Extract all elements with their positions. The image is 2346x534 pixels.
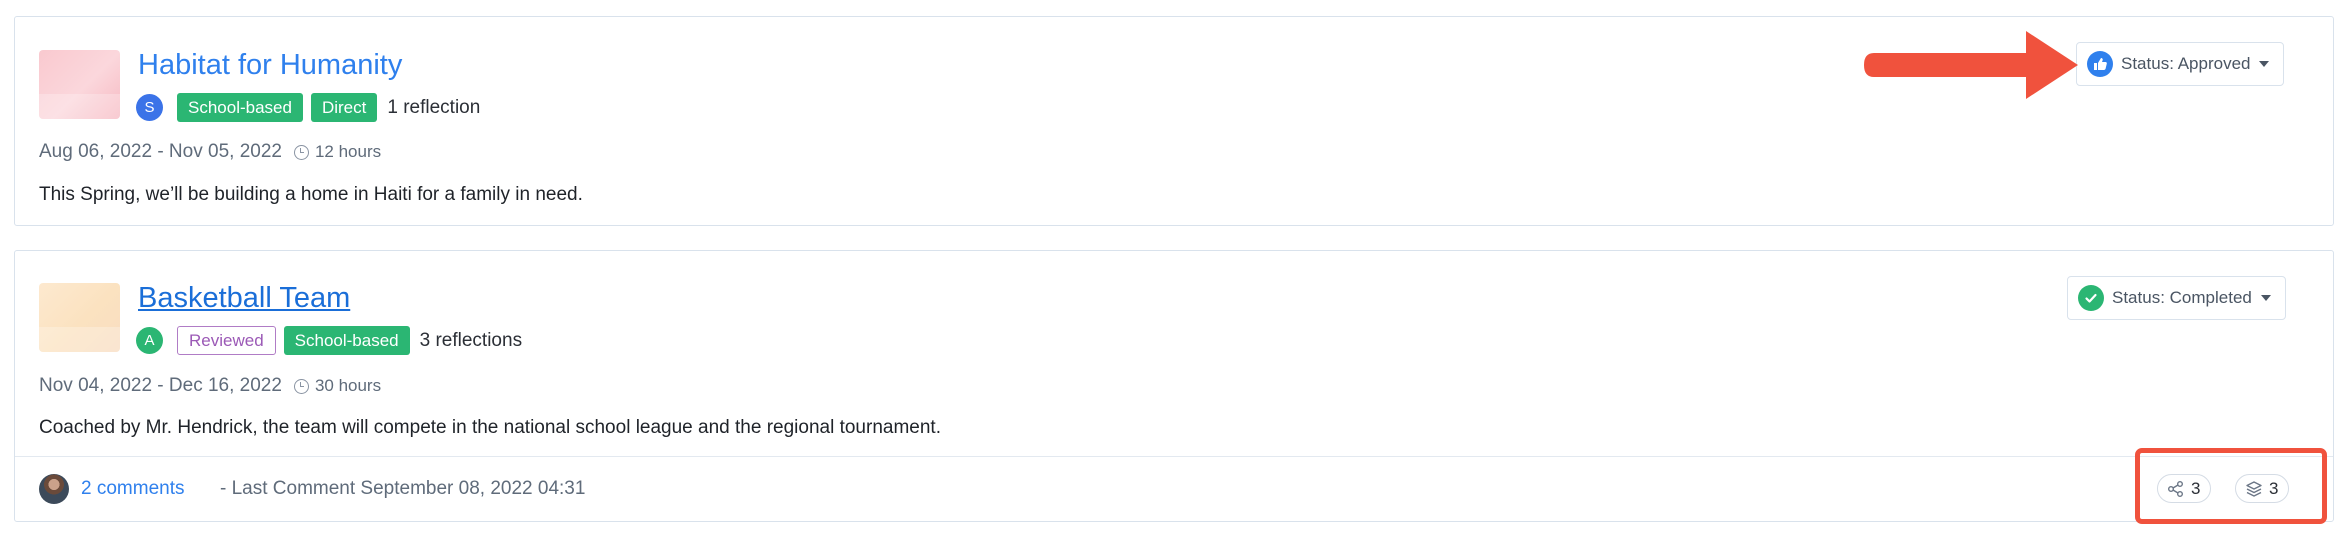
reflection-count: 1 reflection	[387, 96, 481, 118]
annotation-highlight-box	[2135, 448, 2327, 524]
school-based-badge: School-based	[283, 326, 410, 355]
last-comment-text: - Last Comment September 08, 2022 04:31	[220, 478, 586, 499]
user-avatar: S	[136, 94, 163, 121]
opportunity-thumbnail	[39, 50, 120, 119]
reflection-count: 3 reflections	[419, 329, 523, 351]
opportunity-description: This Spring, we’ll be building a home in…	[39, 184, 583, 205]
opportunity-title-link[interactable]: Habitat for Humanity	[138, 51, 402, 80]
status-label: Status: Completed	[2112, 288, 2252, 307]
direct-badge: Direct	[310, 93, 378, 122]
user-avatar: A	[136, 327, 163, 354]
hours-value: 12 hours	[314, 142, 382, 161]
date-range: Aug 06, 2022 - Nov 05, 2022	[39, 141, 282, 162]
comments-link[interactable]: 2 comments	[81, 478, 184, 500]
clock-icon	[293, 144, 309, 160]
check-circle-icon	[2078, 285, 2104, 311]
commenter-avatar	[39, 474, 69, 504]
hours-value: 30 hours	[314, 376, 382, 395]
status-dropdown-button[interactable]: Status: Completed	[2067, 276, 2286, 320]
opportunity-description: Coached by Mr. Hendrick, the team will c…	[39, 417, 941, 438]
school-based-badge: School-based	[177, 93, 303, 122]
opportunity-title-link[interactable]: Basketball Team	[138, 284, 350, 313]
chevron-down-icon	[2260, 295, 2271, 301]
status-dropdown-button[interactable]: Status: Approved	[2076, 42, 2285, 86]
opportunity-card-basketball: Basketball Team A Reviewed School-based …	[14, 250, 2334, 522]
card-footer: 2 comments - Last Comment September 08, …	[15, 456, 2333, 521]
reviewed-badge: Reviewed	[177, 326, 276, 355]
date-range: Nov 04, 2022 - Dec 16, 2022	[39, 375, 282, 396]
clock-icon	[293, 378, 309, 394]
annotation-arrow	[1864, 31, 2078, 99]
chevron-down-icon	[2259, 61, 2270, 67]
opportunity-thumbnail	[39, 283, 120, 352]
status-label: Status: Approved	[2121, 54, 2251, 73]
